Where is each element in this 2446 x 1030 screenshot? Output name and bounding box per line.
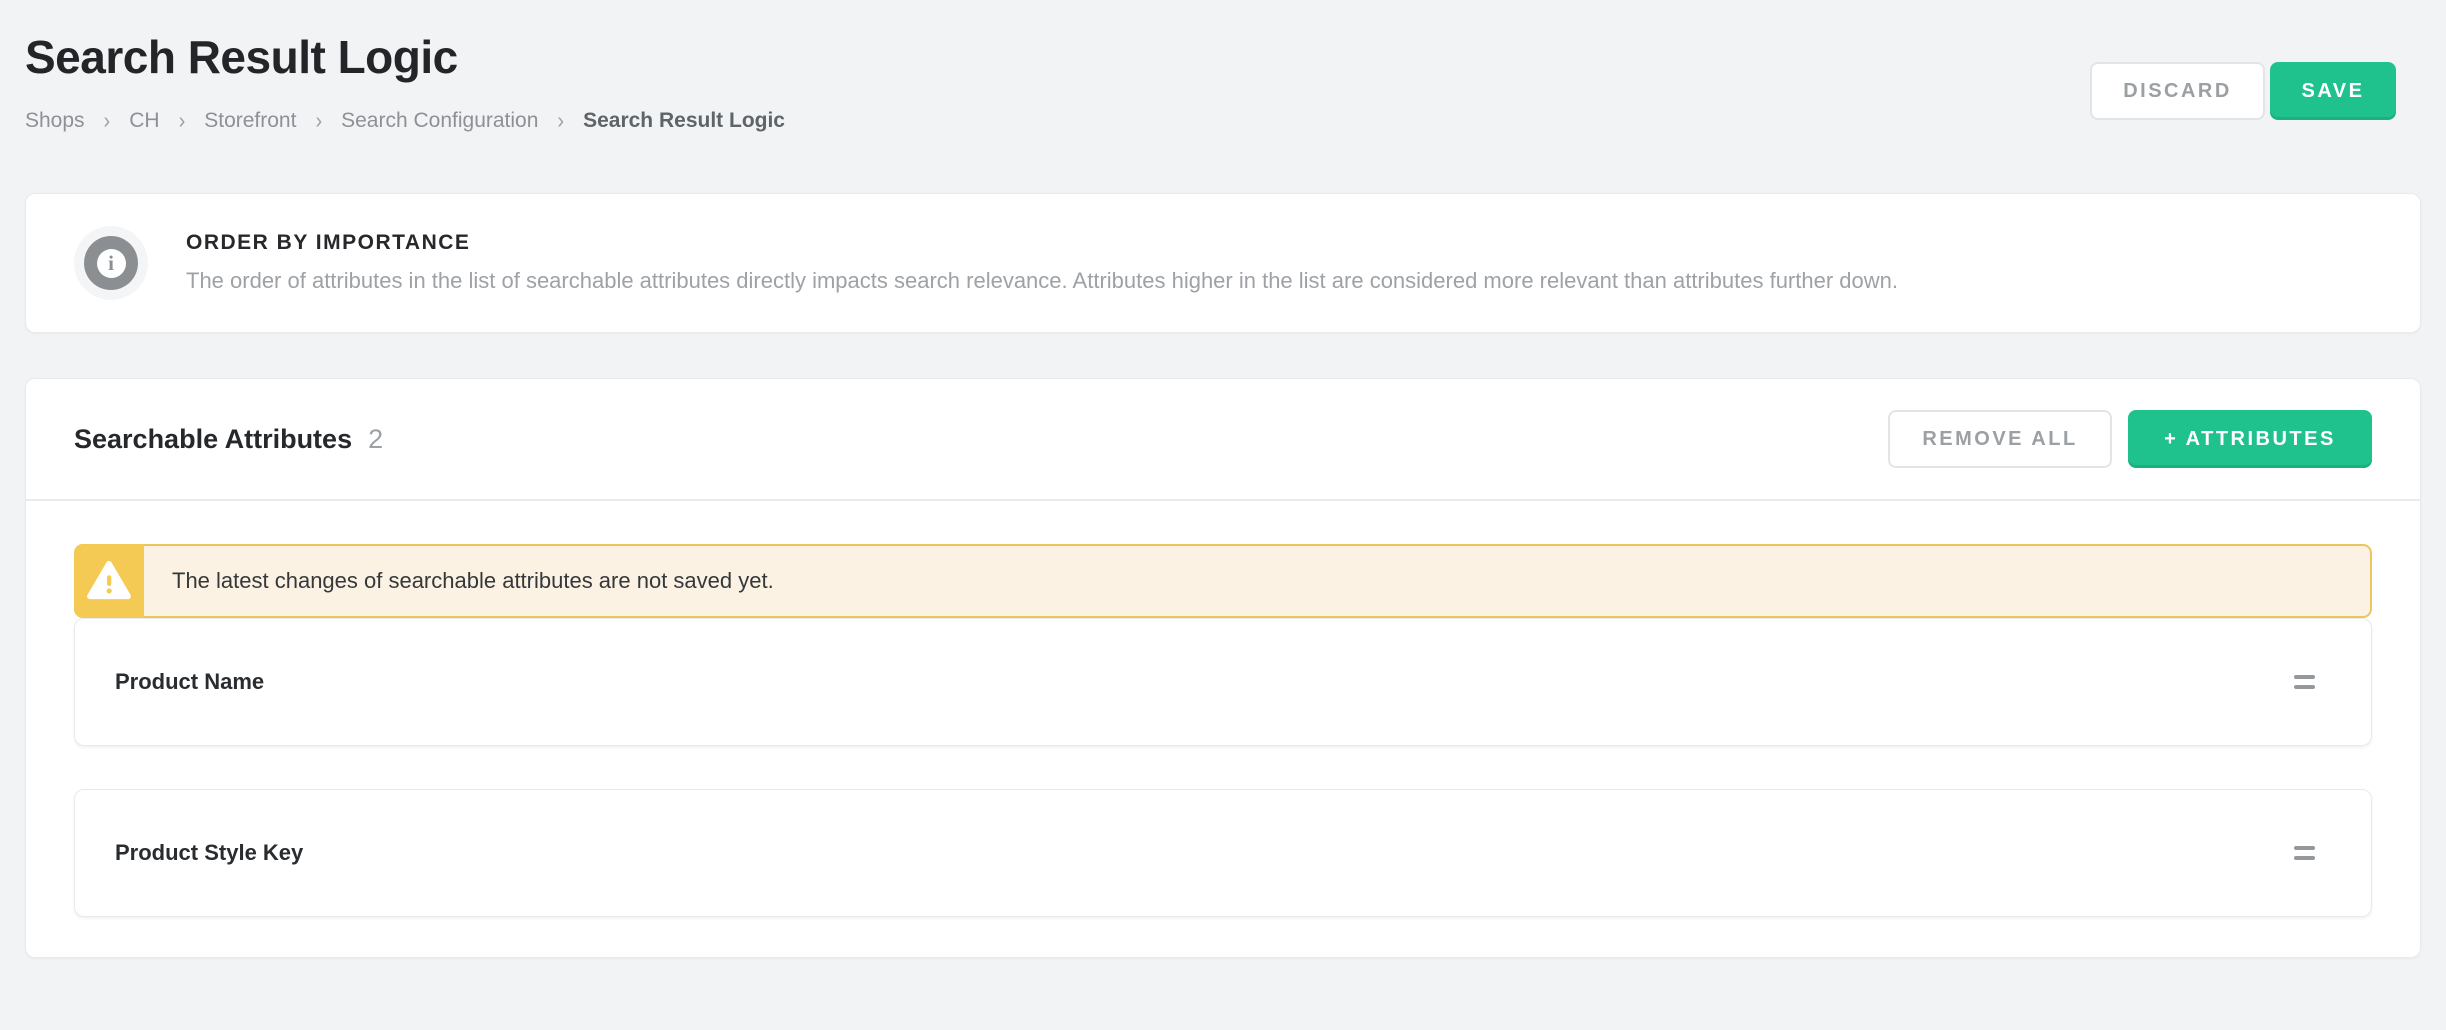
attribute-row-product-name[interactable]: Product Name — [74, 618, 2372, 746]
chevron-right-icon: › — [104, 108, 111, 134]
breadcrumb-item-ch[interactable]: CH — [129, 109, 159, 133]
info-banner-title: ORDER BY IMPORTANCE — [186, 231, 1898, 255]
attribute-label: Product Style Key — [115, 840, 303, 866]
info-banner-text: ORDER BY IMPORTANCE The order of attribu… — [186, 231, 1898, 296]
breadcrumb-item-shops[interactable]: Shops — [25, 109, 85, 133]
unsaved-changes-warning: The latest changes of searchable attribu… — [74, 544, 2372, 618]
breadcrumb: Shops › CH › Storefront › Search Configu… — [25, 109, 2421, 133]
breadcrumb-item-search-configuration[interactable]: Search Configuration — [341, 109, 538, 133]
warning-icon — [74, 544, 144, 618]
panel-title: Searchable Attributes — [74, 424, 352, 455]
page-header: Search Result Logic Shops › CH › Storefr… — [25, 0, 2421, 133]
attribute-label: Product Name — [115, 669, 264, 695]
info-icon: i — [74, 226, 148, 300]
save-button[interactable]: SAVE — [2270, 62, 2396, 120]
page-title: Search Result Logic — [25, 30, 2421, 85]
header-actions: DISCARD SAVE — [2090, 62, 2396, 120]
panel-body: The latest changes of searchable attribu… — [26, 501, 2420, 957]
discard-button[interactable]: DISCARD — [2090, 62, 2265, 120]
panel-actions: REMOVE ALL + ATTRIBUTES — [1888, 410, 2372, 468]
panel-header: Searchable Attributes 2 REMOVE ALL + ATT… — [26, 379, 2420, 499]
info-banner-body: The order of attributes in the list of s… — [186, 267, 1898, 296]
attribute-row-product-style-key[interactable]: Product Style Key — [74, 789, 2372, 917]
chevron-right-icon: › — [557, 108, 564, 134]
attributes-count-badge: 2 — [368, 424, 383, 455]
add-attributes-button[interactable]: + ATTRIBUTES — [2128, 410, 2372, 468]
chevron-right-icon: › — [315, 108, 322, 134]
drag-handle-icon[interactable] — [2290, 838, 2319, 868]
breadcrumb-item-storefront[interactable]: Storefront — [204, 109, 296, 133]
warning-message: The latest changes of searchable attribu… — [172, 568, 774, 594]
remove-all-button[interactable]: REMOVE ALL — [1888, 410, 2112, 468]
drag-handle-icon[interactable] — [2290, 667, 2319, 697]
chevron-right-icon: › — [179, 108, 186, 134]
breadcrumb-item-current: Search Result Logic — [583, 109, 785, 133]
order-by-importance-banner: i ORDER BY IMPORTANCE The order of attri… — [25, 193, 2421, 333]
page: Search Result Logic Shops › CH › Storefr… — [0, 0, 2446, 958]
searchable-attributes-panel: Searchable Attributes 2 REMOVE ALL + ATT… — [25, 378, 2421, 958]
